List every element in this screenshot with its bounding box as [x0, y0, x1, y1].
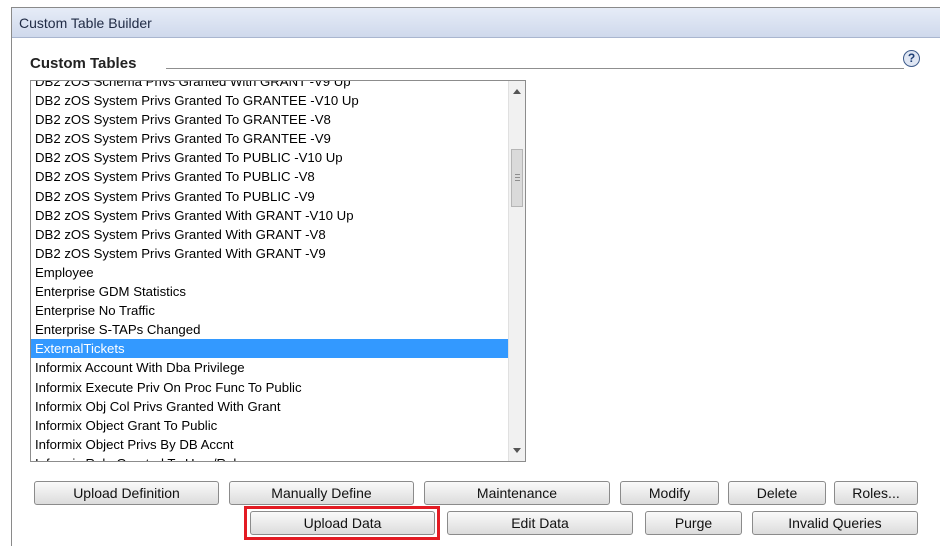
upload-definition-button[interactable]: Upload Definition [34, 481, 219, 505]
modify-button[interactable]: Modify [620, 481, 719, 505]
list-item[interactable]: Informix Role Granted To User/Role [31, 454, 509, 461]
edit-data-button[interactable]: Edit Data [447, 511, 633, 535]
upload-data-highlight-box [244, 506, 440, 540]
list-item[interactable]: Informix Object Privs By DB Accnt [31, 435, 509, 454]
maintenance-button[interactable]: Maintenance [424, 481, 610, 505]
list-item[interactable]: DB2 zOS System Privs Granted With GRANT … [31, 206, 509, 225]
invalid-queries-button[interactable]: Invalid Queries [752, 511, 918, 535]
delete-button[interactable]: Delete [728, 481, 826, 505]
list-item[interactable]: DB2 zOS System Privs Granted To PUBLIC -… [31, 167, 509, 186]
list-item[interactable]: Informix Object Grant To Public [31, 416, 509, 435]
list-item[interactable]: DB2 zOS System Privs Granted To GRANTEE … [31, 129, 509, 148]
help-icon[interactable]: ? [903, 50, 920, 67]
list-item[interactable]: Employee [31, 263, 509, 282]
list-item[interactable]: DB2 zOS Schema Privs Granted With GRANT … [31, 81, 509, 91]
roles-button[interactable]: Roles... [834, 481, 918, 505]
listbox-scrollbar[interactable] [508, 81, 525, 461]
list-item[interactable]: Informix Account With Dba Privilege [31, 358, 509, 377]
grip-line [515, 177, 520, 178]
window-titlebar: Custom Table Builder [12, 8, 940, 38]
grip-line [515, 180, 520, 181]
manually-define-button[interactable]: Manually Define [229, 481, 414, 505]
list-item[interactable]: DB2 zOS System Privs Granted With GRANT … [31, 225, 509, 244]
grip-line [515, 174, 520, 175]
list-item[interactable]: ExternalTickets [31, 339, 509, 359]
list-item[interactable]: DB2 zOS System Privs Granted To GRANTEE … [31, 91, 509, 110]
scroll-up-arrow-icon[interactable] [513, 89, 521, 94]
custom-tables-list: DB2 zOS Schema Privs Granted With GRANT … [31, 81, 509, 461]
scroll-down-arrow-icon[interactable] [513, 448, 521, 453]
scrollbar-thumb[interactable] [511, 149, 523, 207]
purge-button[interactable]: Purge [645, 511, 742, 535]
list-item[interactable]: Enterprise S-TAPs Changed [31, 320, 509, 339]
list-item[interactable]: DB2 zOS System Privs Granted To GRANTEE … [31, 110, 509, 129]
section-heading: Custom Tables [30, 55, 137, 72]
list-item[interactable]: DB2 zOS System Privs Granted To PUBLIC -… [31, 148, 509, 167]
list-item[interactable]: Informix Obj Col Privs Granted With Gran… [31, 397, 509, 416]
list-item[interactable]: DB2 zOS System Privs Granted With GRANT … [31, 244, 509, 263]
window-title: Custom Table Builder [19, 15, 152, 31]
list-item[interactable]: DB2 zOS System Privs Granted To PUBLIC -… [31, 187, 509, 206]
custom-tables-listbox[interactable]: DB2 zOS Schema Privs Granted With GRANT … [30, 80, 526, 462]
list-item[interactable]: Enterprise No Traffic [31, 301, 509, 320]
section-divider [166, 68, 904, 69]
list-item[interactable]: Informix Execute Priv On Proc Func To Pu… [31, 378, 509, 397]
list-item[interactable]: Enterprise GDM Statistics [31, 282, 509, 301]
